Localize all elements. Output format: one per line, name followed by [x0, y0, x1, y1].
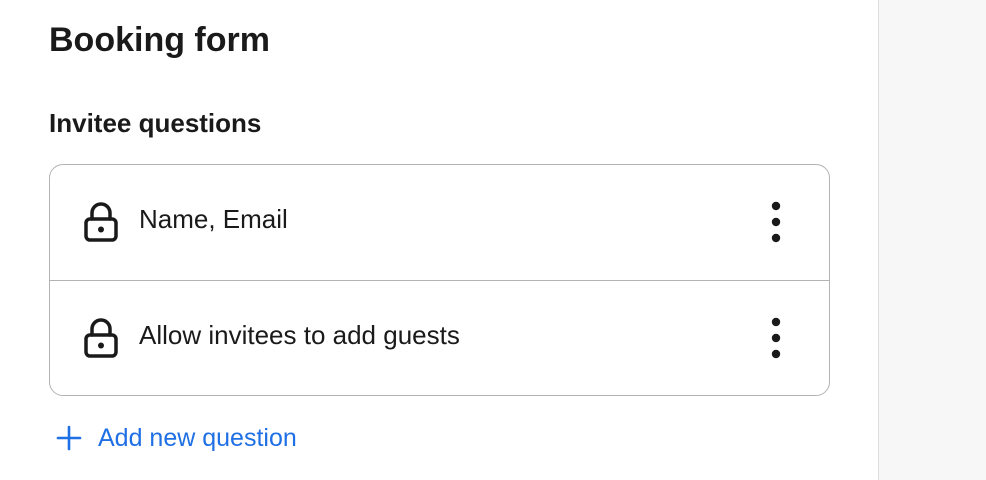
lock-icon: [83, 202, 119, 242]
question-row-allow-guests[interactable]: Allow invitees to add guests: [50, 280, 829, 395]
question-row-name-email[interactable]: Name, Email: [50, 165, 829, 280]
more-vertical-icon: [771, 201, 781, 243]
question-label: Allow invitees to add guests: [139, 320, 460, 350]
plus-icon: [56, 425, 82, 451]
lock-icon: [83, 318, 119, 358]
booking-form-panel: Booking form Invitee questions Name, Ema…: [0, 0, 878, 480]
invitee-questions-heading: Invitee questions: [49, 108, 262, 138]
more-options-button[interactable]: [760, 313, 792, 363]
invitee-questions-list: Name, Email Allow invitees to add guests: [49, 164, 830, 396]
question-label: Name, Email: [139, 204, 288, 234]
preview-panel: [878, 0, 986, 480]
more-vertical-icon: [771, 317, 781, 359]
page-title: Booking form: [49, 21, 270, 59]
add-new-question-button[interactable]: Add new question: [56, 421, 297, 455]
more-options-button[interactable]: [760, 197, 792, 247]
add-new-question-label: Add new question: [98, 424, 297, 452]
page: Booking form Invitee questions Name, Ema…: [0, 0, 986, 480]
